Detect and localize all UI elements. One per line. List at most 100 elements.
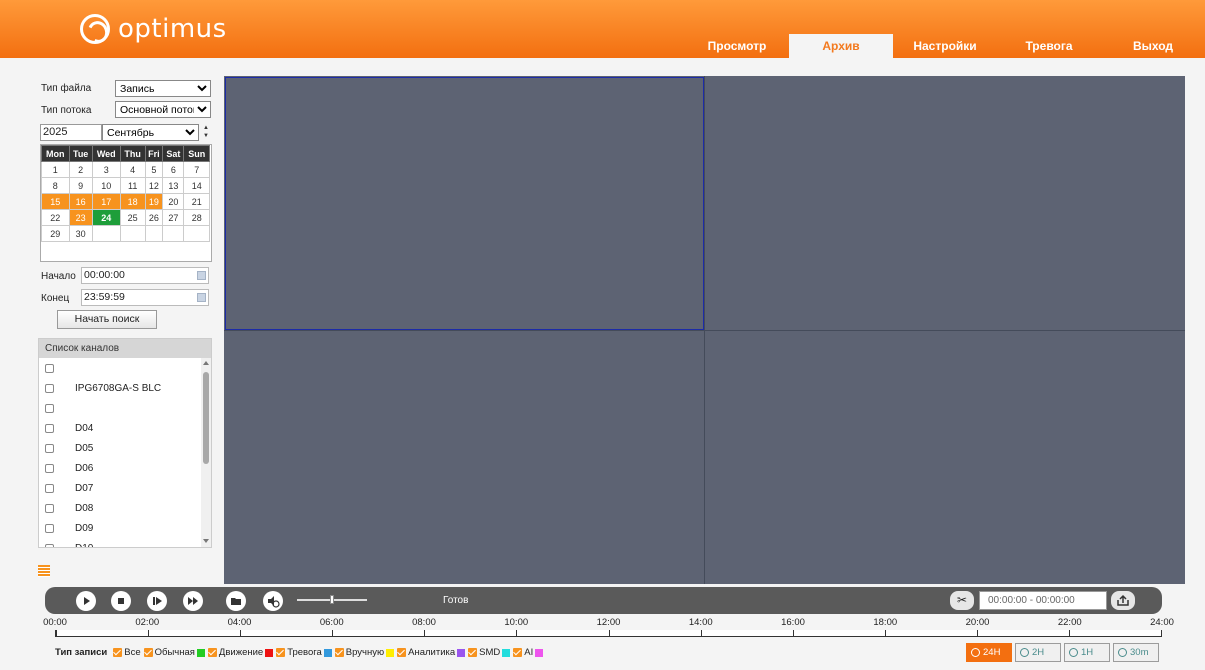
- channel-item[interactable]: D08: [39, 498, 211, 518]
- file-type-select[interactable]: Запись: [115, 80, 211, 97]
- calendar-day[interactable]: 15: [41, 193, 70, 210]
- channel-checkbox[interactable]: [45, 483, 54, 493]
- calendar-day[interactable]: 22: [41, 209, 70, 226]
- zoom-30m-button[interactable]: 30m: [1113, 643, 1159, 662]
- zoom-24h-button[interactable]: 24H: [966, 643, 1012, 662]
- legend-checkbox[interactable]: [113, 648, 123, 657]
- calendar-day[interactable]: 3: [91, 161, 121, 178]
- calendar-day[interactable]: 9: [68, 177, 93, 194]
- mute-button[interactable]: [263, 591, 283, 611]
- calendar-day[interactable]: 7: [183, 161, 210, 178]
- calendar-day[interactable]: 4: [119, 161, 146, 178]
- video-pane-2[interactable]: [705, 76, 1185, 330]
- scroll-down-icon[interactable]: [203, 539, 209, 543]
- calendar-day[interactable]: 1: [41, 161, 70, 178]
- calendar-day[interactable]: 18: [119, 193, 146, 210]
- channel-checkbox[interactable]: [45, 423, 54, 433]
- calendar-day[interactable]: 13: [162, 177, 185, 194]
- calendar-day[interactable]: 16: [68, 193, 93, 210]
- nav-alarm[interactable]: Тревога: [997, 34, 1101, 58]
- calendar-day[interactable]: 27: [162, 209, 185, 226]
- menu-list-icon[interactable]: [38, 565, 50, 577]
- calendar-day[interactable]: 21: [183, 193, 210, 210]
- channel-checkbox[interactable]: [45, 523, 54, 533]
- calendar-day[interactable]: 23: [68, 209, 93, 226]
- calendar-day[interactable]: 26: [144, 209, 164, 226]
- step-forward-button[interactable]: [147, 591, 167, 611]
- scroll-thumb[interactable]: [203, 372, 209, 464]
- calendar-day[interactable]: 29: [41, 225, 70, 242]
- calendar-day[interactable]: 11: [119, 177, 146, 194]
- zoom-1h-button[interactable]: 1H: [1064, 643, 1110, 662]
- nav-view[interactable]: Просмотр: [685, 34, 789, 58]
- channel-item[interactable]: D09: [39, 518, 211, 538]
- start-search-button[interactable]: Начать поиск: [57, 310, 157, 329]
- calendar-icon[interactable]: [197, 293, 206, 302]
- end-time-input[interactable]: 23:59:59: [81, 289, 209, 306]
- calendar-day[interactable]: 20: [162, 193, 185, 210]
- channel-item[interactable]: D06: [39, 458, 211, 478]
- channel-checkbox[interactable]: [45, 383, 54, 393]
- calendar-day[interactable]: 19: [144, 193, 164, 210]
- channel-checkbox[interactable]: [45, 403, 54, 413]
- calendar-day[interactable]: 6: [162, 161, 185, 178]
- legend-item[interactable]: Движение: [207, 647, 274, 658]
- scroll-up-icon[interactable]: [203, 361, 209, 365]
- legend-item[interactable]: Обычная: [143, 647, 205, 658]
- legend-checkbox[interactable]: [276, 648, 286, 657]
- calendar-day[interactable]: 25: [119, 209, 146, 226]
- legend-checkbox[interactable]: [207, 648, 217, 657]
- legend-checkbox[interactable]: [397, 648, 407, 657]
- channel-item[interactable]: [39, 398, 211, 418]
- legend-checkbox[interactable]: [143, 648, 153, 657]
- fast-forward-button[interactable]: [183, 591, 203, 611]
- year-field[interactable]: 2025: [40, 124, 102, 141]
- legend-item[interactable]: SMD: [468, 647, 511, 658]
- channel-item[interactable]: D04: [39, 418, 211, 438]
- channel-checkbox[interactable]: [45, 463, 54, 473]
- calendar-day[interactable]: 28: [183, 209, 210, 226]
- channel-item[interactable]: D07: [39, 478, 211, 498]
- timeline-bar[interactable]: [55, 630, 1162, 637]
- start-time-input[interactable]: 00:00:00: [81, 267, 209, 284]
- selected-video-pane[interactable]: [225, 77, 704, 330]
- legend-checkbox[interactable]: [513, 648, 523, 657]
- channel-checkbox[interactable]: [45, 443, 54, 453]
- legend-item[interactable]: Аналитика: [397, 647, 466, 658]
- calendar-icon[interactable]: [197, 271, 206, 280]
- channel-checkbox[interactable]: [45, 363, 54, 373]
- legend-item[interactable]: Тревога: [276, 647, 332, 658]
- channel-item[interactable]: D10: [39, 538, 211, 547]
- calendar-day[interactable]: 5: [144, 161, 164, 178]
- nav-logout[interactable]: Выход: [1101, 34, 1205, 58]
- calendar-day[interactable]: 2: [68, 161, 93, 178]
- month-select[interactable]: Сентябрь: [102, 124, 199, 141]
- stream-type-select[interactable]: Основной поток: [115, 101, 211, 118]
- calendar-day[interactable]: 30: [68, 225, 93, 242]
- clip-time-range[interactable]: 00:00:00 - 00:00:00: [979, 591, 1107, 610]
- calendar-day[interactable]: 24: [91, 209, 121, 226]
- zoom-2h-button[interactable]: 2H: [1015, 643, 1061, 662]
- stop-button[interactable]: [111, 591, 131, 611]
- video-pane-3[interactable]: [224, 331, 704, 584]
- calendar-day[interactable]: 10: [91, 177, 121, 194]
- channel-checkbox[interactable]: [45, 543, 54, 547]
- channel-checkbox[interactable]: [45, 503, 54, 513]
- year-spinner[interactable]: ▲ ▼: [201, 124, 211, 141]
- clip-button[interactable]: ✂: [950, 591, 974, 610]
- play-button[interactable]: [76, 591, 96, 611]
- channel-scrollbar[interactable]: [201, 358, 211, 547]
- calendar-day[interactable]: 8: [41, 177, 70, 194]
- legend-checkbox[interactable]: [468, 648, 478, 657]
- folder-button[interactable]: [226, 591, 246, 611]
- export-button[interactable]: [1111, 591, 1135, 610]
- channel-item[interactable]: D05: [39, 438, 211, 458]
- nav-archive[interactable]: Архив: [789, 34, 893, 58]
- volume-slider[interactable]: [297, 595, 367, 604]
- video-pane-4[interactable]: [705, 331, 1185, 584]
- volume-handle[interactable]: [330, 595, 334, 604]
- legend-item[interactable]: AI: [513, 647, 544, 658]
- legend-item[interactable]: Все: [113, 647, 141, 658]
- legend-checkbox[interactable]: [334, 648, 344, 657]
- calendar-day[interactable]: 12: [144, 177, 164, 194]
